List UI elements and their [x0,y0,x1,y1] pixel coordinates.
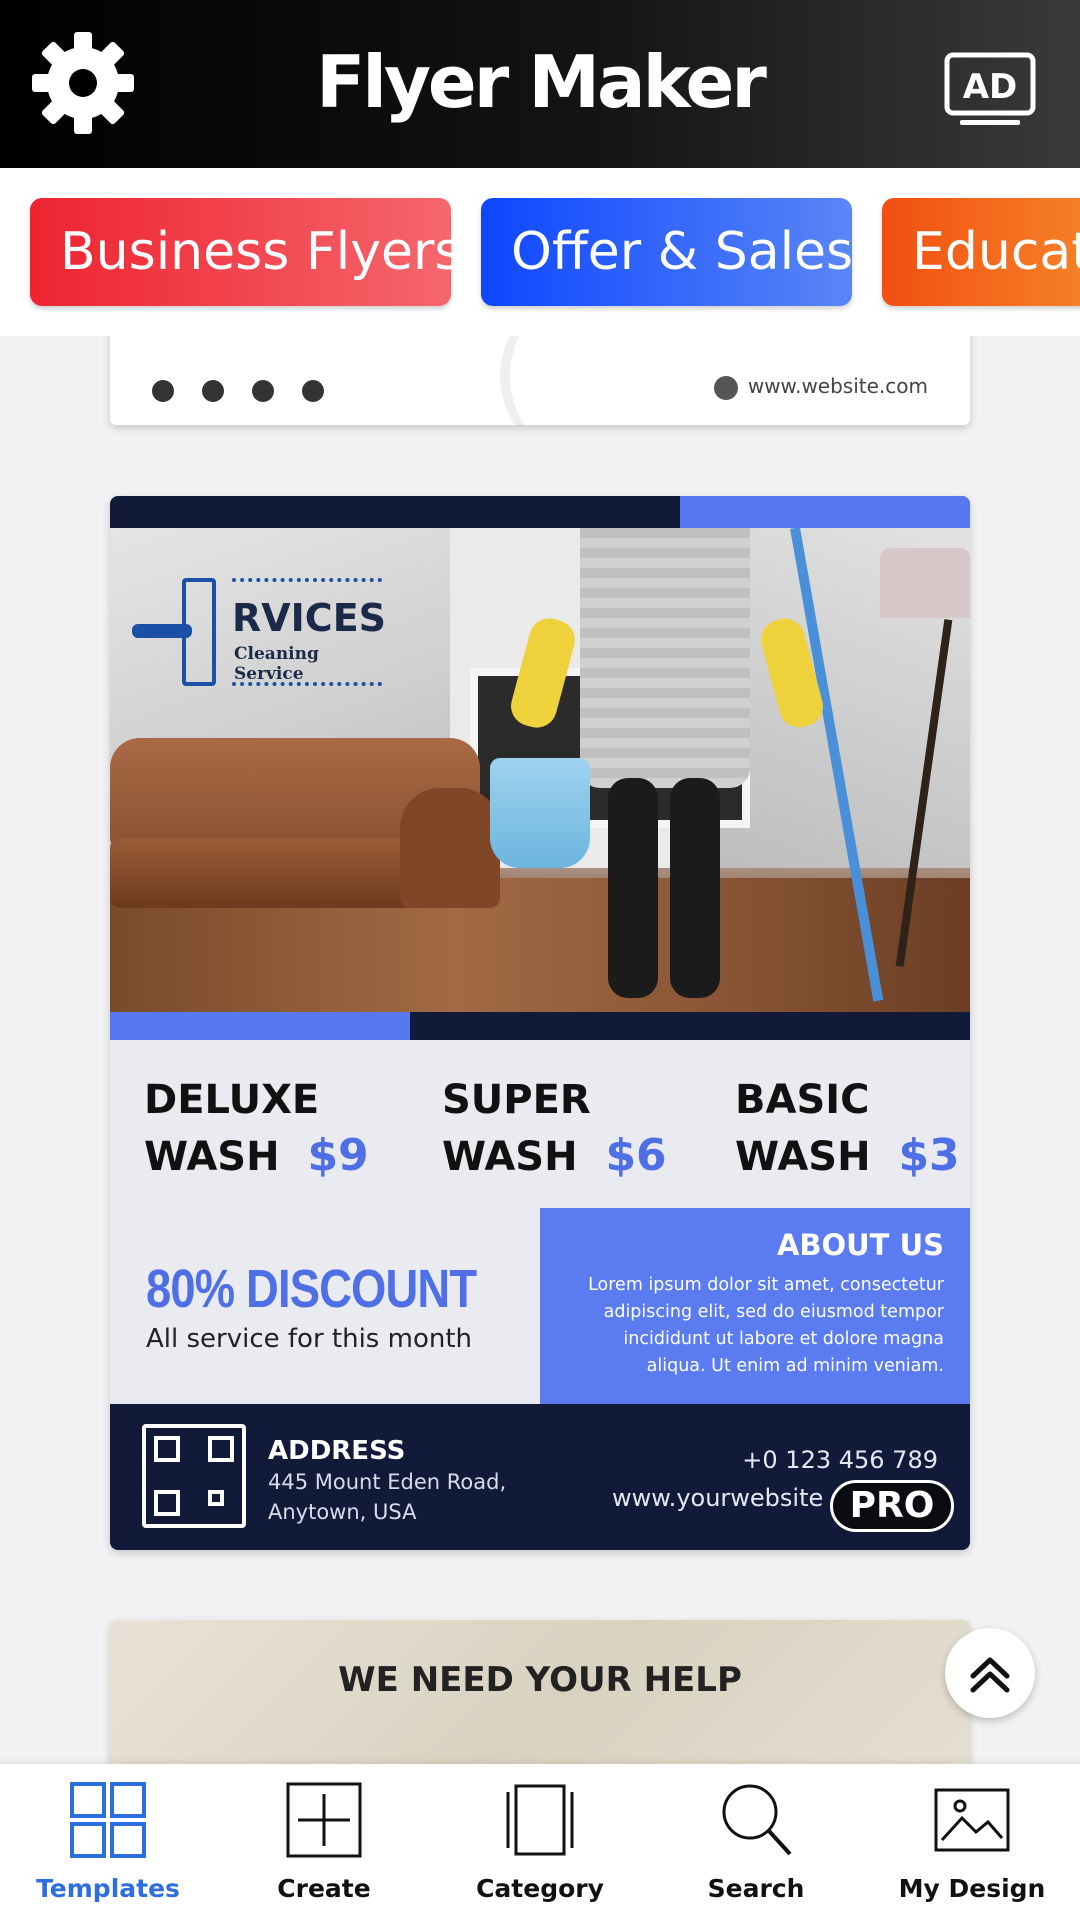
image-icon [934,1788,1010,1852]
flyer-mid-bar [110,1012,970,1040]
template-card-cleaning[interactable]: RVICES Cleaning Service DELUXE WASH $9 S… [110,496,970,1550]
flyer-photo: RVICES Cleaning Service [110,528,970,1012]
address-title: ADDRESS [268,1436,406,1466]
template-card-help[interactable]: WE NEED YOUR HELP [110,1620,970,1764]
phone-number: +0 123 456 789 [742,1446,938,1474]
about-us-line: aliqua. Ut enim ad minim veniam. [646,1356,944,1376]
nav-create[interactable]: Create [216,1764,432,1920]
photo-lamp [880,548,970,618]
template-feed[interactable]: www.website.com RVICES Cleaning Service … [0,336,1080,1764]
chip-offer-sales[interactable]: Offer & Sales [481,198,853,306]
nav-label: My Design [898,1874,1046,1903]
chip-education[interactable]: Educat [882,198,1080,306]
flyer-mid-accent [110,1012,410,1040]
about-us-title: ABOUT US [776,1228,944,1262]
address-line1: 445 Mount Eden Road, [268,1470,507,1494]
remove-ads-icon[interactable]: AD [944,52,1036,130]
price-item: SUPER WASH $6 [442,1072,667,1185]
photo-leg-right [670,778,720,998]
templates-grid-icon [70,1782,146,1858]
decorative-curve [500,336,740,425]
logo-handle [132,624,192,638]
nav-my-design[interactable]: My Design [864,1764,1080,1920]
price-line1: BASIC [735,1077,870,1123]
app-header: Flyer Maker AD [0,0,1080,168]
logo-title: RVICES [232,596,387,640]
nav-search[interactable]: Search [648,1764,864,1920]
social-icons [152,380,338,402]
photo-leg-left [608,778,658,998]
template-website-text: www.website.com [747,374,928,398]
logo-subtitle: Cleaning Service [234,644,319,684]
category-chip-bar: Business Flyers Offer & Sales Educat [0,168,1080,336]
ad-label: AD [963,67,1018,107]
pro-badge: PRO [830,1480,954,1532]
nav-label: Templates [36,1874,180,1903]
bottom-navigation: Templates Create Category Search My Desi… [0,1764,1080,1920]
whatsapp-icon [302,380,324,402]
template-website: www.website.com [713,374,928,400]
double-chevron-up-icon [970,1657,1010,1693]
chip-business-flyers[interactable]: Business Flyers [30,198,461,306]
facebook-icon [202,380,224,402]
app-root: Flyer Maker AD Business Flyers Offer & S… [0,0,1080,1920]
instagram-icon [152,380,174,402]
photo-apron [580,528,750,788]
nav-label: Category [476,1874,604,1903]
price-item: BASIC WASH $3 [735,1072,960,1185]
app-title: Flyer Maker [316,40,767,124]
template-card-partial[interactable]: www.website.com [110,336,970,425]
price-item: DELUXE WASH $9 [144,1072,369,1185]
nav-label: Create [277,1874,371,1903]
flyer-logo: RVICES Cleaning Service [132,578,392,698]
help-headline: WE NEED YOUR HELP [338,1660,742,1700]
globe-icon [713,375,738,400]
flyer-footer: ADDRESS 445 Mount Eden Road, Anytown, US… [110,1404,970,1550]
price-line2: WASH [144,1134,280,1180]
nav-category[interactable]: Category [432,1764,648,1920]
address-line2: Anytown, USA [268,1500,417,1524]
qr-code-icon [142,1424,246,1528]
price-line2: WASH [735,1134,871,1180]
about-us-panel: ABOUT US Lorem ipsum dolor sit amet, con… [540,1208,970,1404]
scroll-to-top-button[interactable] [945,1628,1035,1718]
flyer-offer-section: 80% DISCOUNT All service for this month … [110,1208,970,1404]
twitter-icon [252,380,274,402]
flyer-top-accent [680,496,970,528]
photo-sofa-arm [400,788,500,908]
about-us-line: Lorem ipsum dolor sit amet, consectetur [588,1275,944,1295]
price-list: DELUXE WASH $9 SUPER WASH $6 BASIC WASH … [110,1040,970,1208]
price-amount: $9 [307,1130,369,1181]
price-line2: WASH [442,1134,578,1180]
search-icon [722,1784,792,1856]
flyer-top-bar [110,496,970,528]
about-us-line: incididunt ut labore et dolore magna [623,1329,944,1349]
discount-headline: 80% DISCOUNT [146,1259,477,1319]
nav-label: Search [707,1874,805,1903]
nav-templates[interactable]: Templates [0,1764,216,1920]
price-line1: DELUXE [144,1077,320,1123]
category-layers-icon [506,1784,574,1856]
flyer-website: www.yourwebsite [612,1484,824,1512]
price-amount: $3 [898,1130,960,1181]
price-line1: SUPER [442,1077,591,1123]
photo-bucket [490,758,590,868]
price-amount: $6 [605,1130,667,1181]
discount-subtext: All service for this month [146,1324,473,1354]
about-us-line: adipiscing elit, sed do eiusmod tempor [603,1302,944,1322]
create-plus-icon [286,1782,362,1858]
